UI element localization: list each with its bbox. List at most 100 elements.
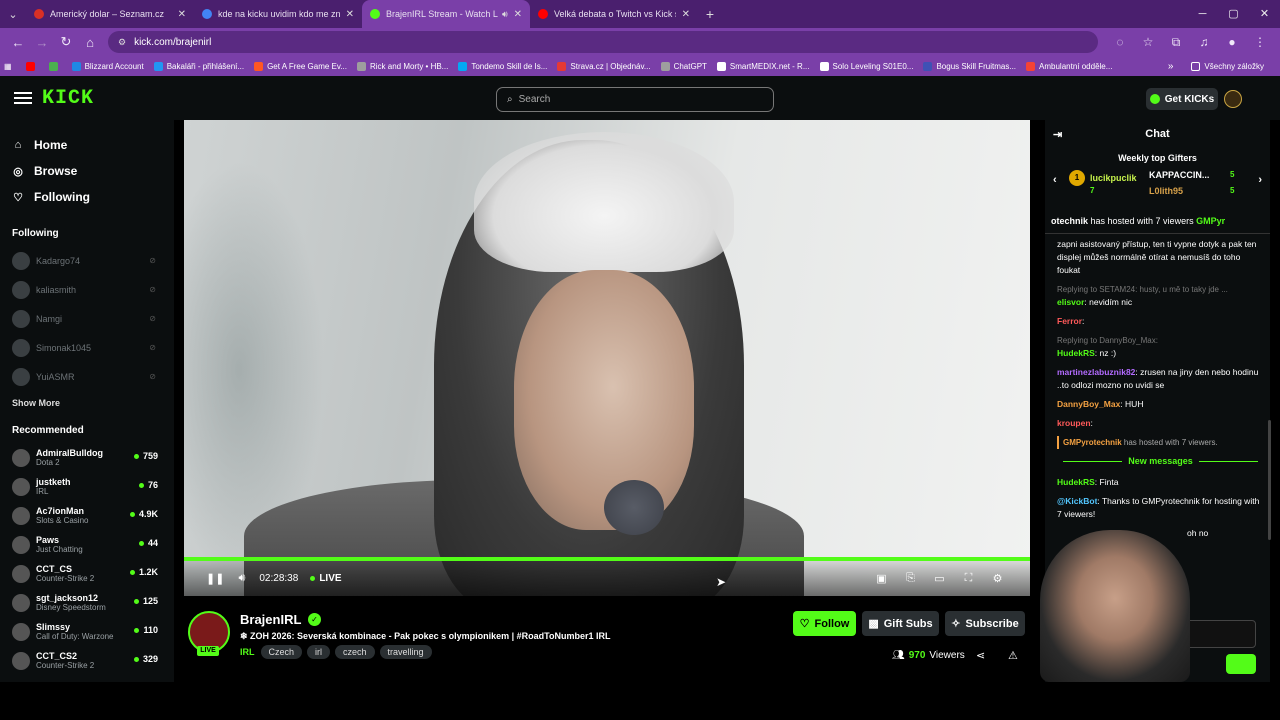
browser-tab[interactable]: BrajenIRL Stream - Watch Li 🔊︎ ✕ bbox=[362, 0, 530, 28]
volume-icon[interactable]: 🔊︎ bbox=[238, 572, 245, 585]
apps-icon[interactable]: ▦ bbox=[4, 62, 12, 71]
sidebar-nav-home[interactable]: ⌂ Home bbox=[0, 132, 174, 158]
menu-icon[interactable]: ⋮ bbox=[1246, 35, 1274, 50]
following-item[interactable]: kaliasmith ⊘ bbox=[0, 275, 174, 304]
host-notice-user[interactable]: GMPyrotechnik bbox=[1063, 438, 1122, 447]
recommended-item[interactable]: Paws Just Chatting 44 bbox=[0, 530, 174, 559]
bookmark-item[interactable]: Bakaláři - přihlášení... bbox=[153, 61, 244, 71]
bookmark-item[interactable]: Bogus Skill Fruitmas... bbox=[923, 61, 1016, 71]
chat-username[interactable]: martinezlabuznik82 bbox=[1057, 367, 1135, 377]
chat-username[interactable]: HudekRS bbox=[1057, 348, 1095, 358]
following-item[interactable]: Namgi ⊘ bbox=[0, 304, 174, 333]
miniplayer-icon[interactable]: ▣ bbox=[867, 572, 896, 585]
all-bookmarks[interactable]: Všechny záložky bbox=[1191, 61, 1264, 71]
bookmark-icon[interactable] bbox=[48, 61, 62, 71]
recommended-item[interactable]: sgt_jackson12 Disney Speedstorm 125 bbox=[0, 588, 174, 617]
tab-close-icon[interactable]: ✕ bbox=[682, 9, 690, 20]
pause-icon[interactable]: ❚❚ bbox=[206, 572, 224, 585]
stream-tag[interactable]: travelling bbox=[379, 645, 432, 659]
youtube-icon[interactable] bbox=[25, 61, 39, 71]
channel-name[interactable]: BrajenIRL bbox=[240, 612, 301, 627]
maximize-icon[interactable]: ▢ bbox=[1218, 0, 1249, 28]
gifter-first[interactable]: 1 lucikpuclik bbox=[1069, 170, 1137, 186]
chevron-right-icon[interactable]: › bbox=[1258, 174, 1262, 186]
chat-username[interactable]: elisvor bbox=[1057, 297, 1084, 307]
recommended-item[interactable]: AdmiralBulldog Dota 2 759 bbox=[0, 443, 174, 472]
collapse-chat-icon[interactable]: ⇥ bbox=[1053, 128, 1062, 141]
tab-close-icon[interactable]: ✕ bbox=[346, 9, 354, 20]
browser-tab[interactable]: Americký dolar – Seznam.cz ✕ bbox=[26, 0, 194, 28]
browser-tab[interactable]: kde na kicku uvidim kdo me zn ✕ bbox=[194, 0, 362, 28]
kick-logo[interactable]: KICK bbox=[42, 87, 94, 110]
recommended-item[interactable]: Ac7ionMan Slots & Casino 4.9K bbox=[0, 501, 174, 530]
gifter-second[interactable]: KAPPACCIN... bbox=[1149, 170, 1209, 180]
media-icon[interactable]: ♫ bbox=[1190, 35, 1218, 50]
eye-off-icon[interactable]: ◌ bbox=[1106, 35, 1134, 50]
bookmark-item[interactable]: Strava.cz | Objednáv... bbox=[557, 61, 651, 71]
chat-username[interactable]: Ferror bbox=[1057, 316, 1082, 326]
tab-audio-icon[interactable]: 🔊︎ bbox=[502, 9, 508, 20]
hamburger-menu-icon[interactable] bbox=[14, 89, 32, 107]
bookmark-item[interactable]: Get A Free Game Ev... bbox=[254, 61, 347, 71]
stream-tag[interactable]: czech bbox=[335, 645, 375, 659]
chat-scrollbar[interactable] bbox=[1268, 420, 1271, 540]
minimize-icon[interactable]: ─ bbox=[1187, 0, 1218, 28]
sidebar-nav-browse[interactable]: ◎ Browse bbox=[0, 158, 174, 184]
bookmark-item[interactable]: Ambulantní odděle... bbox=[1026, 61, 1112, 71]
recommended-item[interactable]: CCT_CS Counter-Strike 2 1.2K bbox=[0, 559, 174, 588]
new-tab-button[interactable]: + bbox=[698, 6, 722, 22]
follow-button[interactable]: ♡ Follow bbox=[793, 611, 856, 636]
url-bar[interactable]: ⚙ kick.com/brajenirl bbox=[108, 31, 1098, 53]
stream-tag[interactable]: Czech bbox=[260, 645, 303, 659]
tab-close-icon[interactable]: ✕ bbox=[514, 9, 522, 20]
category-link[interactable]: IRL bbox=[240, 647, 255, 657]
chat-send-button[interactable] bbox=[1226, 654, 1256, 674]
back-icon[interactable]: ← bbox=[6, 35, 30, 50]
tab-search-icon[interactable]: ⌄ bbox=[0, 8, 26, 21]
user-avatar[interactable] bbox=[1224, 90, 1242, 108]
home-icon[interactable]: ⌂ bbox=[78, 35, 102, 50]
extensions-icon[interactable]: ⧉ bbox=[1162, 35, 1190, 50]
profile-icon[interactable]: ● bbox=[1218, 35, 1246, 50]
settings-icon[interactable]: ⚙ bbox=[983, 572, 1012, 585]
bookmark-item[interactable]: Tondemo Skill de Is... bbox=[458, 61, 547, 71]
chevron-left-icon[interactable]: ‹ bbox=[1053, 174, 1057, 186]
bookmark-item[interactable]: Rick and Morty • HB... bbox=[356, 61, 448, 71]
bookmark-item[interactable]: Solo Leveling S01E0... bbox=[819, 61, 913, 71]
sidebar-nav-following[interactable]: ♡ Following bbox=[0, 184, 174, 210]
tab-close-icon[interactable]: ✕ bbox=[178, 9, 186, 20]
more-bookmarks-icon[interactable]: » bbox=[1168, 61, 1174, 72]
theater-mode-icon[interactable]: ▭ bbox=[925, 572, 954, 585]
recommended-item[interactable]: justketh IRL 76 bbox=[0, 472, 174, 501]
site-info-icon[interactable]: ⚙ bbox=[118, 37, 126, 48]
close-window-icon[interactable]: ✕ bbox=[1249, 0, 1280, 28]
gift-subs-button[interactable]: ▩ Gift Subs bbox=[862, 611, 939, 636]
fullscreen-icon[interactable]: ⛶ bbox=[954, 572, 983, 585]
chat-username[interactable]: kroupen bbox=[1057, 418, 1091, 428]
gifter-third[interactable]: L0lith95 bbox=[1149, 186, 1183, 196]
bookmark-item[interactable]: Blizzard Account bbox=[71, 61, 144, 71]
chat-username[interactable]: DannyBoy_Max bbox=[1057, 399, 1120, 409]
browser-tab[interactable]: Velká debata o Twitch vs Kick s ✕ bbox=[530, 0, 698, 28]
share-icon[interactable]: ⋖ bbox=[976, 649, 985, 662]
recommended-item[interactable]: CCT_CS2 Counter-Strike 2 329 bbox=[0, 646, 174, 675]
chat-username[interactable]: @KickBot bbox=[1057, 496, 1097, 506]
get-kicks-button[interactable]: Get KICKs bbox=[1146, 88, 1218, 110]
following-item[interactable]: Simonak1045 ⊘ bbox=[0, 333, 174, 362]
subscribe-button[interactable]: ✧ Subscribe bbox=[945, 611, 1025, 636]
recommended-item[interactable]: Slimssy Call of Duty: Warzone 110 bbox=[0, 617, 174, 646]
reload-icon[interactable]: ↻ bbox=[54, 34, 78, 50]
clip-icon[interactable]: ⎘ bbox=[896, 572, 925, 585]
new-messages-divider[interactable]: New messages bbox=[1057, 455, 1264, 468]
bookmark-item[interactable]: SmartMEDIX.net - R... bbox=[716, 61, 810, 71]
video-player[interactable] bbox=[184, 120, 1030, 596]
report-icon[interactable]: ⚠ bbox=[1008, 649, 1018, 662]
chat-username[interactable]: HudekRS bbox=[1057, 477, 1095, 487]
forward-icon[interactable]: → bbox=[30, 35, 54, 50]
search-input[interactable]: ⌕ Search bbox=[496, 87, 774, 112]
stream-tag[interactable]: irl bbox=[307, 645, 331, 659]
show-more-link[interactable]: Show More bbox=[0, 391, 174, 415]
following-item[interactable]: Kadargo74 ⊘ bbox=[0, 246, 174, 275]
star-icon[interactable]: ☆ bbox=[1134, 35, 1162, 50]
following-item[interactable]: YuiASMR ⊘ bbox=[0, 362, 174, 391]
